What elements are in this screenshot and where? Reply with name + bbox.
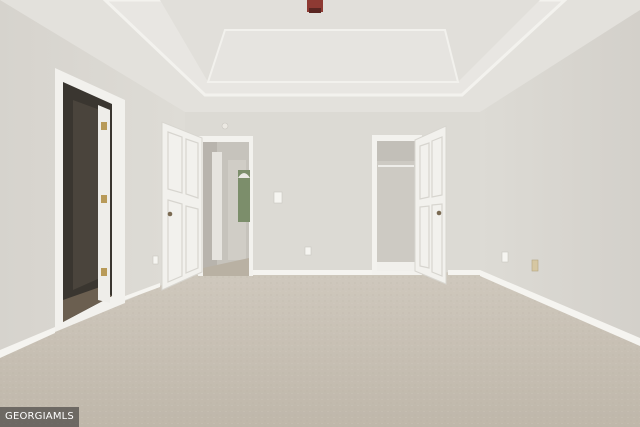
bedroom-door-open [161,121,203,291]
baseboard-back [250,270,375,275]
left-doorway [55,68,125,332]
wall-outlet [304,246,312,256]
door-knob-icon [167,211,173,217]
light-switch [273,191,283,204]
closet-door-open [414,125,447,285]
hallway-doorway [198,136,253,276]
bedroom-photo: GEORGIAMLS [0,0,640,427]
tray-ceiling-inner [206,29,460,83]
listing-watermark: GEORGIAMLS [0,407,79,427]
room-illustration [0,0,640,427]
